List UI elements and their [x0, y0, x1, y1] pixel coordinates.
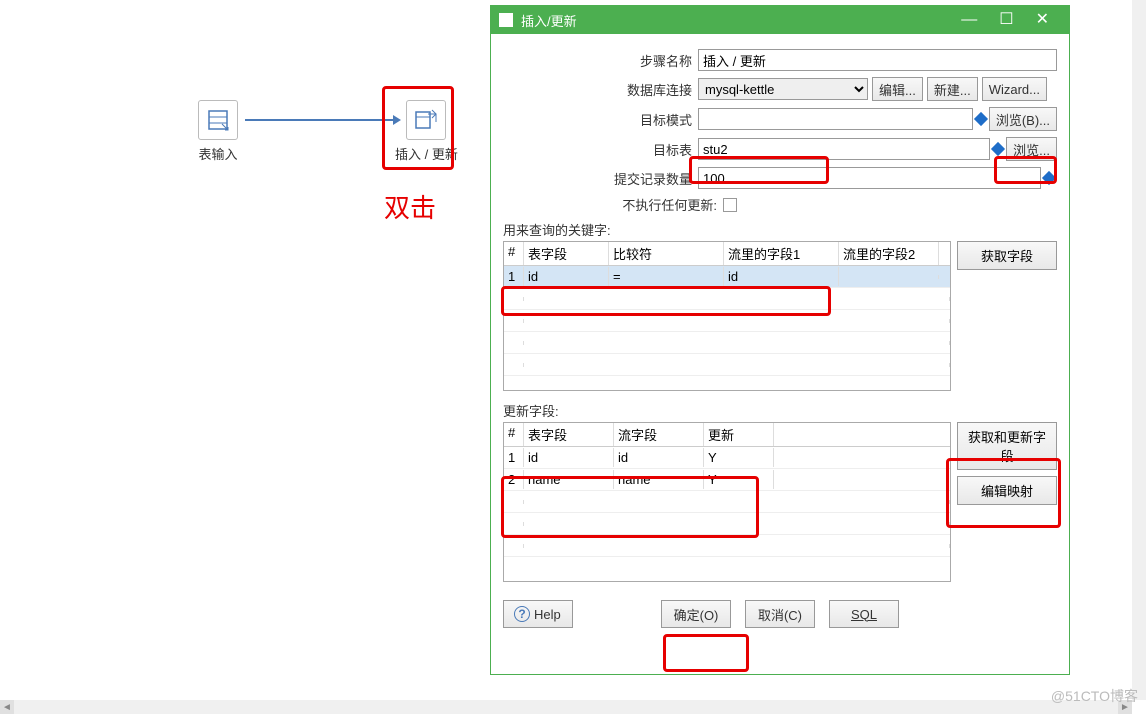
- target-schema-input[interactable]: [698, 108, 973, 130]
- dblclick-annotation: 双击: [384, 188, 436, 225]
- node-table-input[interactable]: 表输入: [198, 100, 238, 163]
- insert-update-dialog: 插入/更新 — ☐ ✕ 步骤名称 数据库连接 mysql-kettle 编辑..…: [490, 5, 1070, 675]
- wizard-button[interactable]: Wizard...: [982, 77, 1047, 101]
- update-section-label: 更新字段:: [503, 401, 1057, 420]
- table-row[interactable]: [504, 310, 950, 332]
- step-name-label: 步骤名称: [503, 51, 698, 70]
- cancel-button[interactable]: 取消(C): [745, 600, 815, 628]
- key-grid[interactable]: # 表字段 比较符 流里的字段1 流里的字段2 1 id = id: [503, 241, 951, 391]
- titlebar: 插入/更新 — ☐ ✕: [491, 6, 1069, 34]
- no-update-checkbox[interactable]: [723, 198, 737, 212]
- get-fields-button[interactable]: 获取字段: [957, 241, 1057, 270]
- help-button[interactable]: ? Help: [503, 600, 573, 628]
- dialog-footer: ? Help 确定(O) 取消(C) SQL: [491, 590, 1069, 638]
- update-grid[interactable]: # 表字段 流字段 更新 1 id id Y 2 name name Y: [503, 422, 951, 582]
- canvas: 表输入 插入 / 更新 双击: [0, 0, 490, 700]
- ok-button[interactable]: 确定(O): [661, 600, 731, 628]
- edit-mapping-button[interactable]: 编辑映射: [957, 476, 1057, 505]
- scroll-left-icon[interactable]: ◄: [0, 700, 14, 714]
- vertical-scrollbar[interactable]: [1132, 0, 1146, 700]
- table-row[interactable]: 2 name name Y: [504, 469, 950, 491]
- get-update-fields-button[interactable]: 获取和更新字段: [957, 422, 1057, 470]
- minimize-button[interactable]: —: [961, 6, 977, 34]
- variable-icon[interactable]: [991, 142, 1005, 156]
- dialog-body: 步骤名称 数据库连接 mysql-kettle 编辑... 新建... Wiza…: [491, 34, 1069, 590]
- table-row[interactable]: 1 id id Y: [504, 447, 950, 469]
- table-row[interactable]: [504, 288, 950, 310]
- browse-schema-button[interactable]: 浏览(B)...: [989, 107, 1057, 131]
- help-icon: ?: [514, 606, 530, 622]
- commit-label: 提交记录数量: [503, 169, 698, 188]
- target-table-input[interactable]: [698, 138, 990, 160]
- target-table-label: 目标表: [503, 140, 698, 159]
- dialog-title: 插入/更新: [521, 11, 961, 30]
- new-conn-button[interactable]: 新建...: [927, 77, 978, 101]
- table-input-icon: [198, 100, 238, 140]
- horizontal-scrollbar[interactable]: ◄ ►: [0, 700, 1132, 714]
- update-grid-header: # 表字段 流字段 更新: [504, 423, 950, 447]
- browse-table-button[interactable]: 浏览...: [1006, 137, 1057, 161]
- commit-input[interactable]: [698, 167, 1041, 189]
- maximize-button[interactable]: ☐: [999, 6, 1013, 34]
- highlight-node2: [382, 86, 454, 170]
- highlight-ok-button: [663, 634, 749, 672]
- variable-icon[interactable]: [974, 112, 988, 126]
- dialog-icon: [499, 13, 513, 27]
- table-row[interactable]: [504, 332, 950, 354]
- step-name-input[interactable]: [698, 49, 1057, 71]
- variable-icon[interactable]: [1042, 171, 1056, 185]
- window-controls: — ☐ ✕: [961, 6, 1061, 34]
- close-button[interactable]: ✕: [1036, 6, 1049, 34]
- key-section-label: 用来查询的关键字:: [503, 220, 1057, 239]
- table-row[interactable]: 1 id = id: [504, 266, 950, 288]
- table-row[interactable]: [504, 535, 950, 557]
- table-row[interactable]: [504, 513, 950, 535]
- edit-conn-button[interactable]: 编辑...: [872, 77, 923, 101]
- watermark: @51CTO博客: [1051, 686, 1138, 706]
- target-schema-label: 目标模式: [503, 110, 698, 129]
- sql-button[interactable]: SQL: [829, 600, 899, 628]
- flow-arrow: [245, 119, 393, 121]
- db-conn-label: 数据库连接: [503, 80, 698, 99]
- table-row[interactable]: [504, 354, 950, 376]
- node-label: 表输入: [198, 144, 238, 163]
- no-update-label: 不执行任何更新:: [503, 195, 723, 214]
- table-row[interactable]: [504, 491, 950, 513]
- key-grid-header: # 表字段 比较符 流里的字段1 流里的字段2: [504, 242, 950, 266]
- db-conn-select[interactable]: mysql-kettle: [698, 78, 868, 100]
